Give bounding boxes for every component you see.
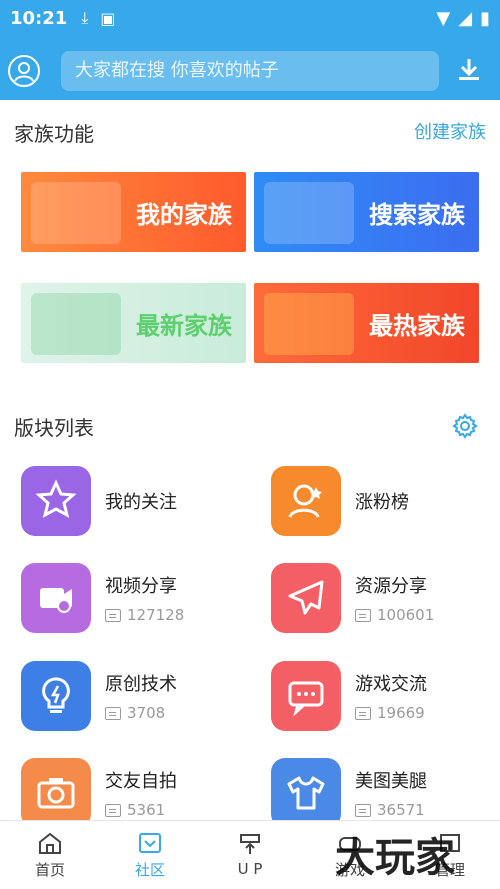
- post-count: 5361: [105, 801, 177, 819]
- post-count: 19669: [355, 704, 427, 722]
- status-time: 10:21: [10, 7, 68, 29]
- bulb-icon: [21, 661, 91, 731]
- star-icon: [21, 466, 91, 536]
- download-icon[interactable]: [456, 56, 482, 82]
- signal-icon: ◢: [458, 7, 473, 29]
- board-item-selfie[interactable]: 交友自拍 5361: [21, 758, 177, 828]
- post-count: 127128: [105, 606, 184, 624]
- nav-community[interactable]: 社区: [100, 821, 200, 889]
- board-item-original-tech[interactable]: 原创技术 3708: [21, 661, 177, 731]
- shirt-icon: [271, 758, 341, 828]
- board-item-resource-share[interactable]: 资源分享 100601: [271, 563, 434, 633]
- family-section-title: 家族功能: [14, 122, 94, 146]
- banner-label: 我的家族: [136, 200, 232, 229]
- comment-icon: [355, 803, 371, 817]
- comment-icon: [105, 803, 121, 817]
- post-count: 100601: [355, 606, 434, 624]
- nav-up[interactable]: U P: [200, 821, 300, 889]
- post-count: 36571: [355, 801, 427, 819]
- nav-label: U P: [237, 860, 263, 878]
- profile-star-icon: [271, 466, 341, 536]
- crowd-illustration-icon: [264, 293, 354, 355]
- magnifier-book-icon: [264, 182, 354, 244]
- board-item-my-follow[interactable]: 我的关注: [21, 466, 177, 536]
- board-name: 游戏交流: [355, 674, 427, 695]
- board-name: 涨粉榜: [355, 492, 409, 513]
- chat-icon: [271, 661, 341, 731]
- count-value: 127128: [127, 606, 185, 624]
- count-value: 19669: [377, 704, 425, 722]
- building-illustration-icon: [31, 182, 121, 244]
- board-name: 交友自拍: [105, 771, 177, 792]
- banner-hot-family[interactable]: 最热家族: [254, 283, 479, 363]
- count-value: 100601: [377, 606, 435, 624]
- home-icon: [39, 832, 61, 854]
- avatar-icon[interactable]: [8, 55, 40, 87]
- wifi-icon: ▼: [436, 7, 451, 29]
- board-name: 资源分享: [355, 576, 427, 597]
- battery-icon: ▮: [480, 7, 490, 29]
- board-name: 美图美腿: [355, 771, 427, 792]
- banner-new-family[interactable]: 最新家族: [21, 283, 246, 363]
- boards-section-title: 版块列表: [14, 416, 94, 440]
- board-name: 我的关注: [105, 492, 177, 513]
- paper-plane-icon: [271, 563, 341, 633]
- board-item-fans-rank[interactable]: 涨粉榜: [271, 466, 409, 536]
- comment-icon: [105, 608, 121, 622]
- nav-label: 社区: [134, 860, 165, 879]
- banner-label: 最新家族: [136, 311, 232, 340]
- board-item-game-talk[interactable]: 游戏交流 19669: [271, 661, 427, 731]
- upload-icon: [240, 834, 260, 854]
- camera-icon: [21, 758, 91, 828]
- count-value: 3708: [127, 704, 166, 722]
- nav-label: 首页: [34, 860, 65, 879]
- status-bar: 10:21 ⤓ ▣ ▼ ◢ ▮: [0, 0, 500, 36]
- board-name: 原创技术: [105, 674, 177, 695]
- video-share-icon: [21, 563, 91, 633]
- banner-search-family[interactable]: 搜索家族: [254, 172, 479, 252]
- search-row: 大家都在搜 你喜欢的帖子: [0, 48, 500, 94]
- banner-label: 最热家族: [369, 311, 465, 340]
- count-value: 36571: [377, 801, 425, 819]
- person-illustration-icon: [31, 293, 121, 355]
- board-item-video-share[interactable]: 视频分享 127128: [21, 563, 184, 633]
- banner-my-family[interactable]: 我的家族: [21, 172, 246, 252]
- banner-label: 搜索家族: [369, 200, 465, 229]
- watermark-text: 大玩家: [335, 834, 455, 881]
- comment-icon: [105, 706, 121, 720]
- create-family-link[interactable]: 创建家族: [414, 118, 486, 144]
- nav-home[interactable]: 首页: [0, 821, 100, 889]
- search-input[interactable]: 大家都在搜 你喜欢的帖子: [61, 51, 439, 91]
- post-count: 3708: [105, 704, 177, 722]
- comment-icon: [355, 706, 371, 720]
- board-item-beauty[interactable]: 美图美腿 36571: [271, 758, 427, 828]
- count-value: 5361: [127, 801, 166, 819]
- gear-icon[interactable]: [452, 413, 478, 439]
- app-status-icon: ▣: [100, 8, 116, 28]
- top-bar: 10:21 ⤓ ▣ ▼ ◢ ▮ 大家都在搜 你喜欢的帖子: [0, 0, 500, 100]
- board-name: 视频分享: [105, 576, 177, 597]
- comment-icon: [355, 608, 371, 622]
- download-status-icon: ⤓: [81, 8, 89, 27]
- community-icon: [139, 832, 161, 853]
